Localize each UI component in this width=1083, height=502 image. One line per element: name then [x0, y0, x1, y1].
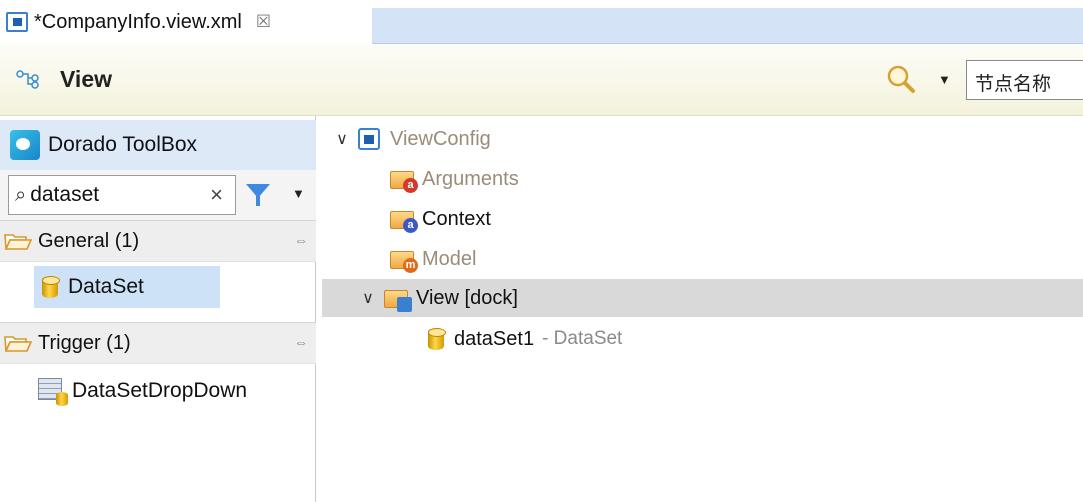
model-folder-icon: m: [390, 248, 418, 273]
palette-item-dataset[interactable]: DataSet: [34, 266, 220, 308]
editor-tab-title: *CompanyInfo.view.xml: [34, 10, 242, 33]
section-pin-icon[interactable]: ⇔: [294, 334, 308, 350]
arguments-folder-icon: a: [390, 168, 418, 193]
palette-item-datasetdropdown[interactable]: DataSetDropDown: [30, 370, 310, 412]
toolbox-panel: Dorado ToolBox ⌕ dataset × ▼ General (1)…: [0, 116, 316, 502]
filter-value: dataset: [30, 183, 100, 206]
editor-tab-strip: *CompanyInfo.view.xml ☒: [0, 0, 1083, 44]
toolbox-header: Dorado ToolBox: [0, 120, 316, 170]
tree-node-label: Context: [422, 207, 491, 230]
tree-node-label: Model: [422, 247, 477, 270]
section-title: Trigger (1): [38, 331, 131, 354]
toolbox-filter-input[interactable]: ⌕ dataset ×: [8, 175, 236, 215]
search-icon[interactable]: [886, 64, 916, 94]
tree-node-context[interactable]: a Context: [322, 200, 1083, 238]
dataset-icon: [428, 328, 446, 350]
viewconfig-icon: [358, 128, 380, 150]
toolbox-title: Dorado ToolBox: [48, 133, 198, 156]
tree-node-label: View [dock]: [416, 286, 518, 309]
filter-funnel-stem: [256, 196, 260, 206]
close-tab-icon[interactable]: ☒: [256, 12, 271, 32]
search-icon: ⌕: [15, 183, 27, 206]
view-structure-icon: [16, 70, 39, 89]
palette-item-label: DataSet: [68, 275, 144, 298]
filter-dropdown-icon[interactable]: ▼: [292, 186, 305, 201]
context-folder-icon: a: [390, 208, 418, 233]
palette-item-label: DataSetDropDown: [72, 379, 248, 402]
expand-chevron-icon[interactable]: ∨: [358, 288, 378, 308]
tree-node-dataset1[interactable]: dataSet1 - DataSet: [322, 320, 1083, 358]
tree-node-view-dock[interactable]: ∨ View [dock]: [322, 279, 1083, 317]
expand-chevron-icon[interactable]: ∨: [332, 129, 352, 149]
tree-node-arguments[interactable]: a Arguments: [322, 160, 1083, 198]
toolbox-filter-row: ⌕ dataset × ▼: [0, 170, 316, 220]
toolbox-section-general[interactable]: General (1) ⇔: [0, 220, 316, 262]
page-title: View: [60, 66, 112, 92]
toolbox-section-trigger[interactable]: Trigger (1) ⇔: [0, 322, 316, 364]
dataset-icon: [42, 276, 60, 298]
view-folder-icon: [384, 287, 412, 312]
folder-open-icon: [4, 234, 32, 250]
view-header: View ▼ 节点名称: [0, 44, 1083, 116]
view-tree: ∨ ViewConfig a Arguments a Context m Mod…: [322, 116, 1083, 502]
editor-tab-companyinfo[interactable]: *CompanyInfo.view.xml ☒: [0, 0, 372, 44]
datasetdropdown-icon: [38, 378, 68, 406]
tree-node-label: dataSet1: [454, 327, 535, 350]
tree-node-viewconfig[interactable]: ∨ ViewConfig: [322, 120, 1083, 158]
search-dropdown-icon[interactable]: ▼: [938, 72, 951, 87]
tree-node-label: ViewConfig: [390, 127, 491, 150]
section-title: General (1): [38, 229, 140, 252]
node-name-search-input[interactable]: 节点名称: [966, 60, 1083, 100]
tab-strip-background: [372, 8, 1083, 44]
dorado-logo-icon: [10, 130, 40, 160]
clear-filter-icon[interactable]: ×: [210, 182, 223, 208]
section-pin-icon[interactable]: ⇔: [294, 232, 308, 248]
folder-open-icon: [4, 336, 32, 352]
tree-node-type: - DataSet: [542, 328, 623, 349]
tree-node-model[interactable]: m Model: [322, 240, 1083, 278]
tree-node-label: Arguments: [422, 167, 519, 190]
view-file-icon: [6, 12, 28, 32]
